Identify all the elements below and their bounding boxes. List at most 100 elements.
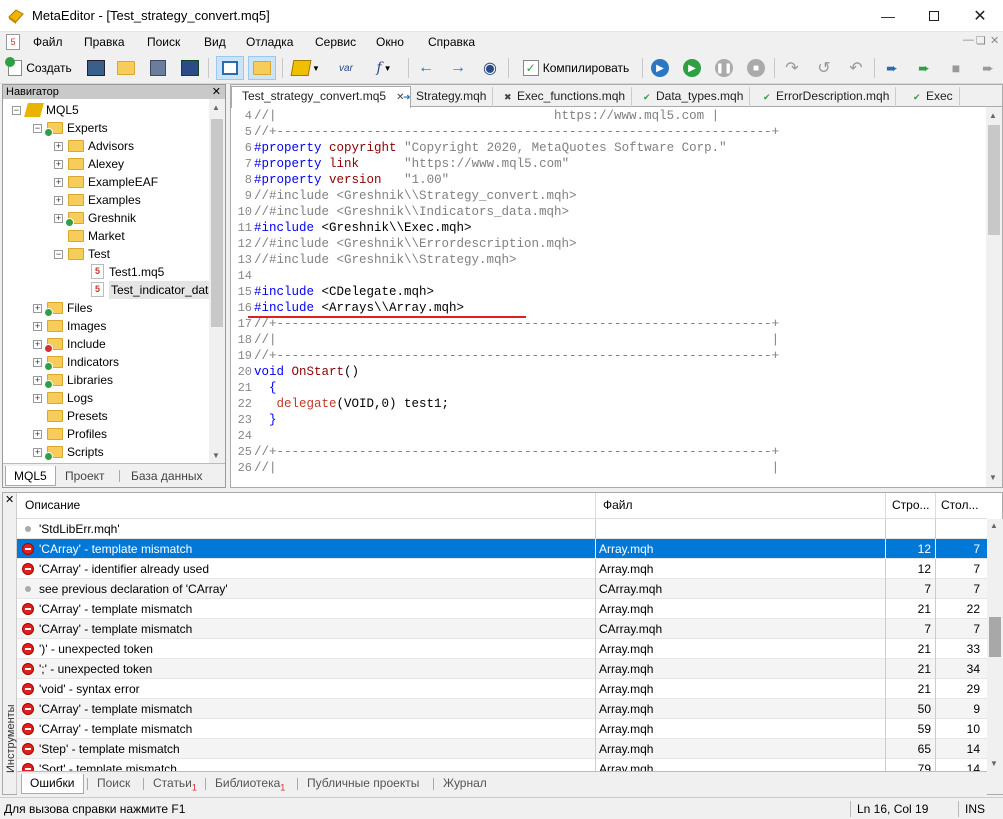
scroll-up-icon[interactable]: ▲: [989, 111, 997, 120]
tree-item[interactable]: Presets: [3, 407, 209, 425]
tree-item[interactable]: + Examples: [3, 191, 209, 209]
code-line[interactable]: #property version "1.00": [254, 173, 449, 187]
tree-item[interactable]: + Files: [3, 299, 209, 317]
table-row[interactable]: 'CArray' - template mismatch Array.mqh 21 2…: [17, 599, 987, 619]
code-line[interactable]: #property link "https://www.mql5.com": [254, 157, 569, 171]
forward-button[interactable]: →: [446, 56, 470, 80]
table-row[interactable]: 'Sort' - template mismatch Array.mqh 79 14: [17, 759, 987, 771]
code-line[interactable]: {: [254, 381, 277, 395]
styler-button[interactable]: ▼: [288, 56, 324, 80]
mdi-minimize-icon[interactable]: —: [963, 34, 974, 46]
code-line[interactable]: delegate(VOID,0) test1;: [254, 397, 450, 411]
code-line[interactable]: //+-------------------------------------…: [254, 125, 779, 139]
close-button[interactable]: ✕: [957, 0, 1003, 32]
scroll-thumb[interactable]: [211, 119, 223, 327]
navigator-toggle-button[interactable]: [216, 56, 244, 80]
navigator-close-icon[interactable]: ✕: [212, 85, 221, 99]
table-row[interactable]: 'CArray' - identifier already used Array.…: [17, 559, 987, 579]
editor-tab[interactable]: ✔ Data_types.mqh: [637, 87, 751, 107]
tree-item[interactable]: + ExampleEAF: [3, 173, 209, 191]
code-line[interactable]: #include <CDelegate.mqh>: [254, 285, 434, 299]
tree-item[interactable]: − MQL5: [3, 101, 209, 119]
scroll-down-icon[interactable]: ▼: [990, 759, 998, 768]
code-line[interactable]: //#include <Greshnik\\Indicators_data.mq…: [254, 205, 569, 219]
tree-item[interactable]: + Images: [3, 317, 209, 335]
find-button[interactable]: ◉: [478, 56, 502, 80]
run-button[interactable]: ▶: [680, 56, 704, 80]
maximize-button[interactable]: [911, 0, 957, 32]
expand-icon[interactable]: +: [33, 322, 42, 331]
scroll-up-icon[interactable]: ▲: [990, 521, 998, 530]
scroll-thumb[interactable]: [989, 617, 1001, 657]
menu-file[interactable]: Файл: [33, 34, 63, 50]
table-row[interactable]: ')' - unexpected token Array.mqh 21 33: [17, 639, 987, 659]
tree-item[interactable]: Market: [3, 227, 209, 245]
navigator-scrollbar[interactable]: ▲ ▼: [209, 99, 225, 463]
insert-function-button[interactable]: f ▼: [366, 56, 402, 80]
pause-button[interactable]: ❚❚: [712, 56, 736, 80]
tree-item[interactable]: + Profiles: [3, 425, 209, 443]
collapse-icon[interactable]: −: [33, 124, 42, 133]
tree-item[interactable]: + Indicators: [3, 353, 209, 371]
tab-mql5[interactable]: MQL5: [5, 466, 56, 486]
expand-icon[interactable]: +: [33, 340, 42, 349]
tab-database[interactable]: База данных: [123, 466, 210, 486]
col-line[interactable]: Стро...: [892, 498, 930, 512]
mdi-close-icon[interactable]: ✕: [990, 34, 999, 47]
stop-button[interactable]: ■: [744, 56, 768, 80]
collapse-icon[interactable]: −: [54, 250, 63, 259]
step-into-button[interactable]: ↷: [780, 56, 804, 80]
code-line[interactable]: #property copyright "Copyright 2020, Met…: [254, 141, 727, 155]
editor-tab[interactable]: ✔ Exec: [907, 87, 960, 107]
table-row[interactable]: 'CArray' - template mismatch Array.mqh 59 1…: [17, 719, 987, 739]
editor-tab[interactable]: ✖ Exec_functions.mqh: [498, 87, 633, 107]
expand-icon[interactable]: +: [54, 178, 63, 187]
minimize-button[interactable]: —: [865, 0, 911, 32]
menu-service[interactable]: Сервис: [315, 34, 356, 50]
insert-variable-button[interactable]: var: [332, 56, 360, 80]
toolbox-close-icon[interactable]: ✕: [5, 493, 14, 506]
scroll-down-icon[interactable]: ▼: [212, 451, 220, 460]
save-all-button[interactable]: [178, 56, 202, 80]
tree-item[interactable]: − Experts: [3, 119, 209, 137]
col-file[interactable]: Файл: [603, 498, 633, 512]
tree-item[interactable]: + Greshnik: [3, 209, 209, 227]
tree-item[interactable]: − Test: [3, 245, 209, 263]
scroll-up-icon[interactable]: ▲: [212, 103, 220, 112]
run-to-cursor-button[interactable]: ➨: [912, 56, 936, 80]
tree-item[interactable]: + Advisors: [3, 137, 209, 155]
col-column[interactable]: Стол...: [941, 498, 978, 512]
code-line[interactable]: //#include <Greshnik\\Strategy.mqh>: [254, 253, 517, 267]
new-project-button[interactable]: [84, 56, 108, 80]
expand-icon[interactable]: +: [33, 358, 42, 367]
toolbox-tab[interactable]: Библиотека1: [207, 774, 293, 794]
code-line[interactable]: //#include <Greshnik\\Strategy_convert.m…: [254, 189, 577, 203]
code-line[interactable]: //+-------------------------------------…: [254, 317, 779, 331]
col-description[interactable]: Описание: [25, 498, 80, 512]
code-line[interactable]: void OnStart(): [254, 365, 359, 379]
open-button[interactable]: [114, 56, 138, 80]
expand-icon[interactable]: +: [54, 214, 63, 223]
table-row[interactable]: 'CArray' - template mismatch CArray.mqh 7 7: [17, 619, 987, 639]
code-line[interactable]: //| |: [254, 461, 779, 475]
table-row[interactable]: see previous declaration of 'CArray' CArr…: [17, 579, 987, 599]
toolbox-tab[interactable]: Поиск: [89, 774, 138, 794]
document-icon[interactable]: 5: [6, 34, 20, 50]
expand-icon[interactable]: +: [54, 160, 63, 169]
code-area[interactable]: 4//| https://www.mql5.com | 5//+---------…: [231, 107, 986, 487]
expand-icon[interactable]: +: [54, 196, 63, 205]
clear-breakpoints-button[interactable]: ■: [944, 56, 968, 80]
extra-button[interactable]: ➨: [976, 56, 1000, 80]
mdi-restore-icon[interactable]: ❏: [976, 34, 986, 47]
editor-tab[interactable]: Test_strategy_convert.mq5 ✕: [231, 86, 412, 108]
expand-icon[interactable]: +: [33, 430, 42, 439]
step-over-button[interactable]: ↺: [812, 56, 836, 80]
code-line[interactable]: //+-------------------------------------…: [254, 445, 779, 459]
menu-search[interactable]: Поиск: [147, 34, 180, 50]
table-row[interactable]: 'void' - syntax error Array.mqh 21 29: [17, 679, 987, 699]
expand-icon[interactable]: +: [33, 394, 42, 403]
toolbox-toggle-button[interactable]: [248, 56, 276, 80]
menu-window[interactable]: Окно: [376, 34, 404, 50]
tree-item[interactable]: 5 Test1.mq5: [3, 263, 209, 281]
expand-icon[interactable]: +: [33, 448, 42, 457]
